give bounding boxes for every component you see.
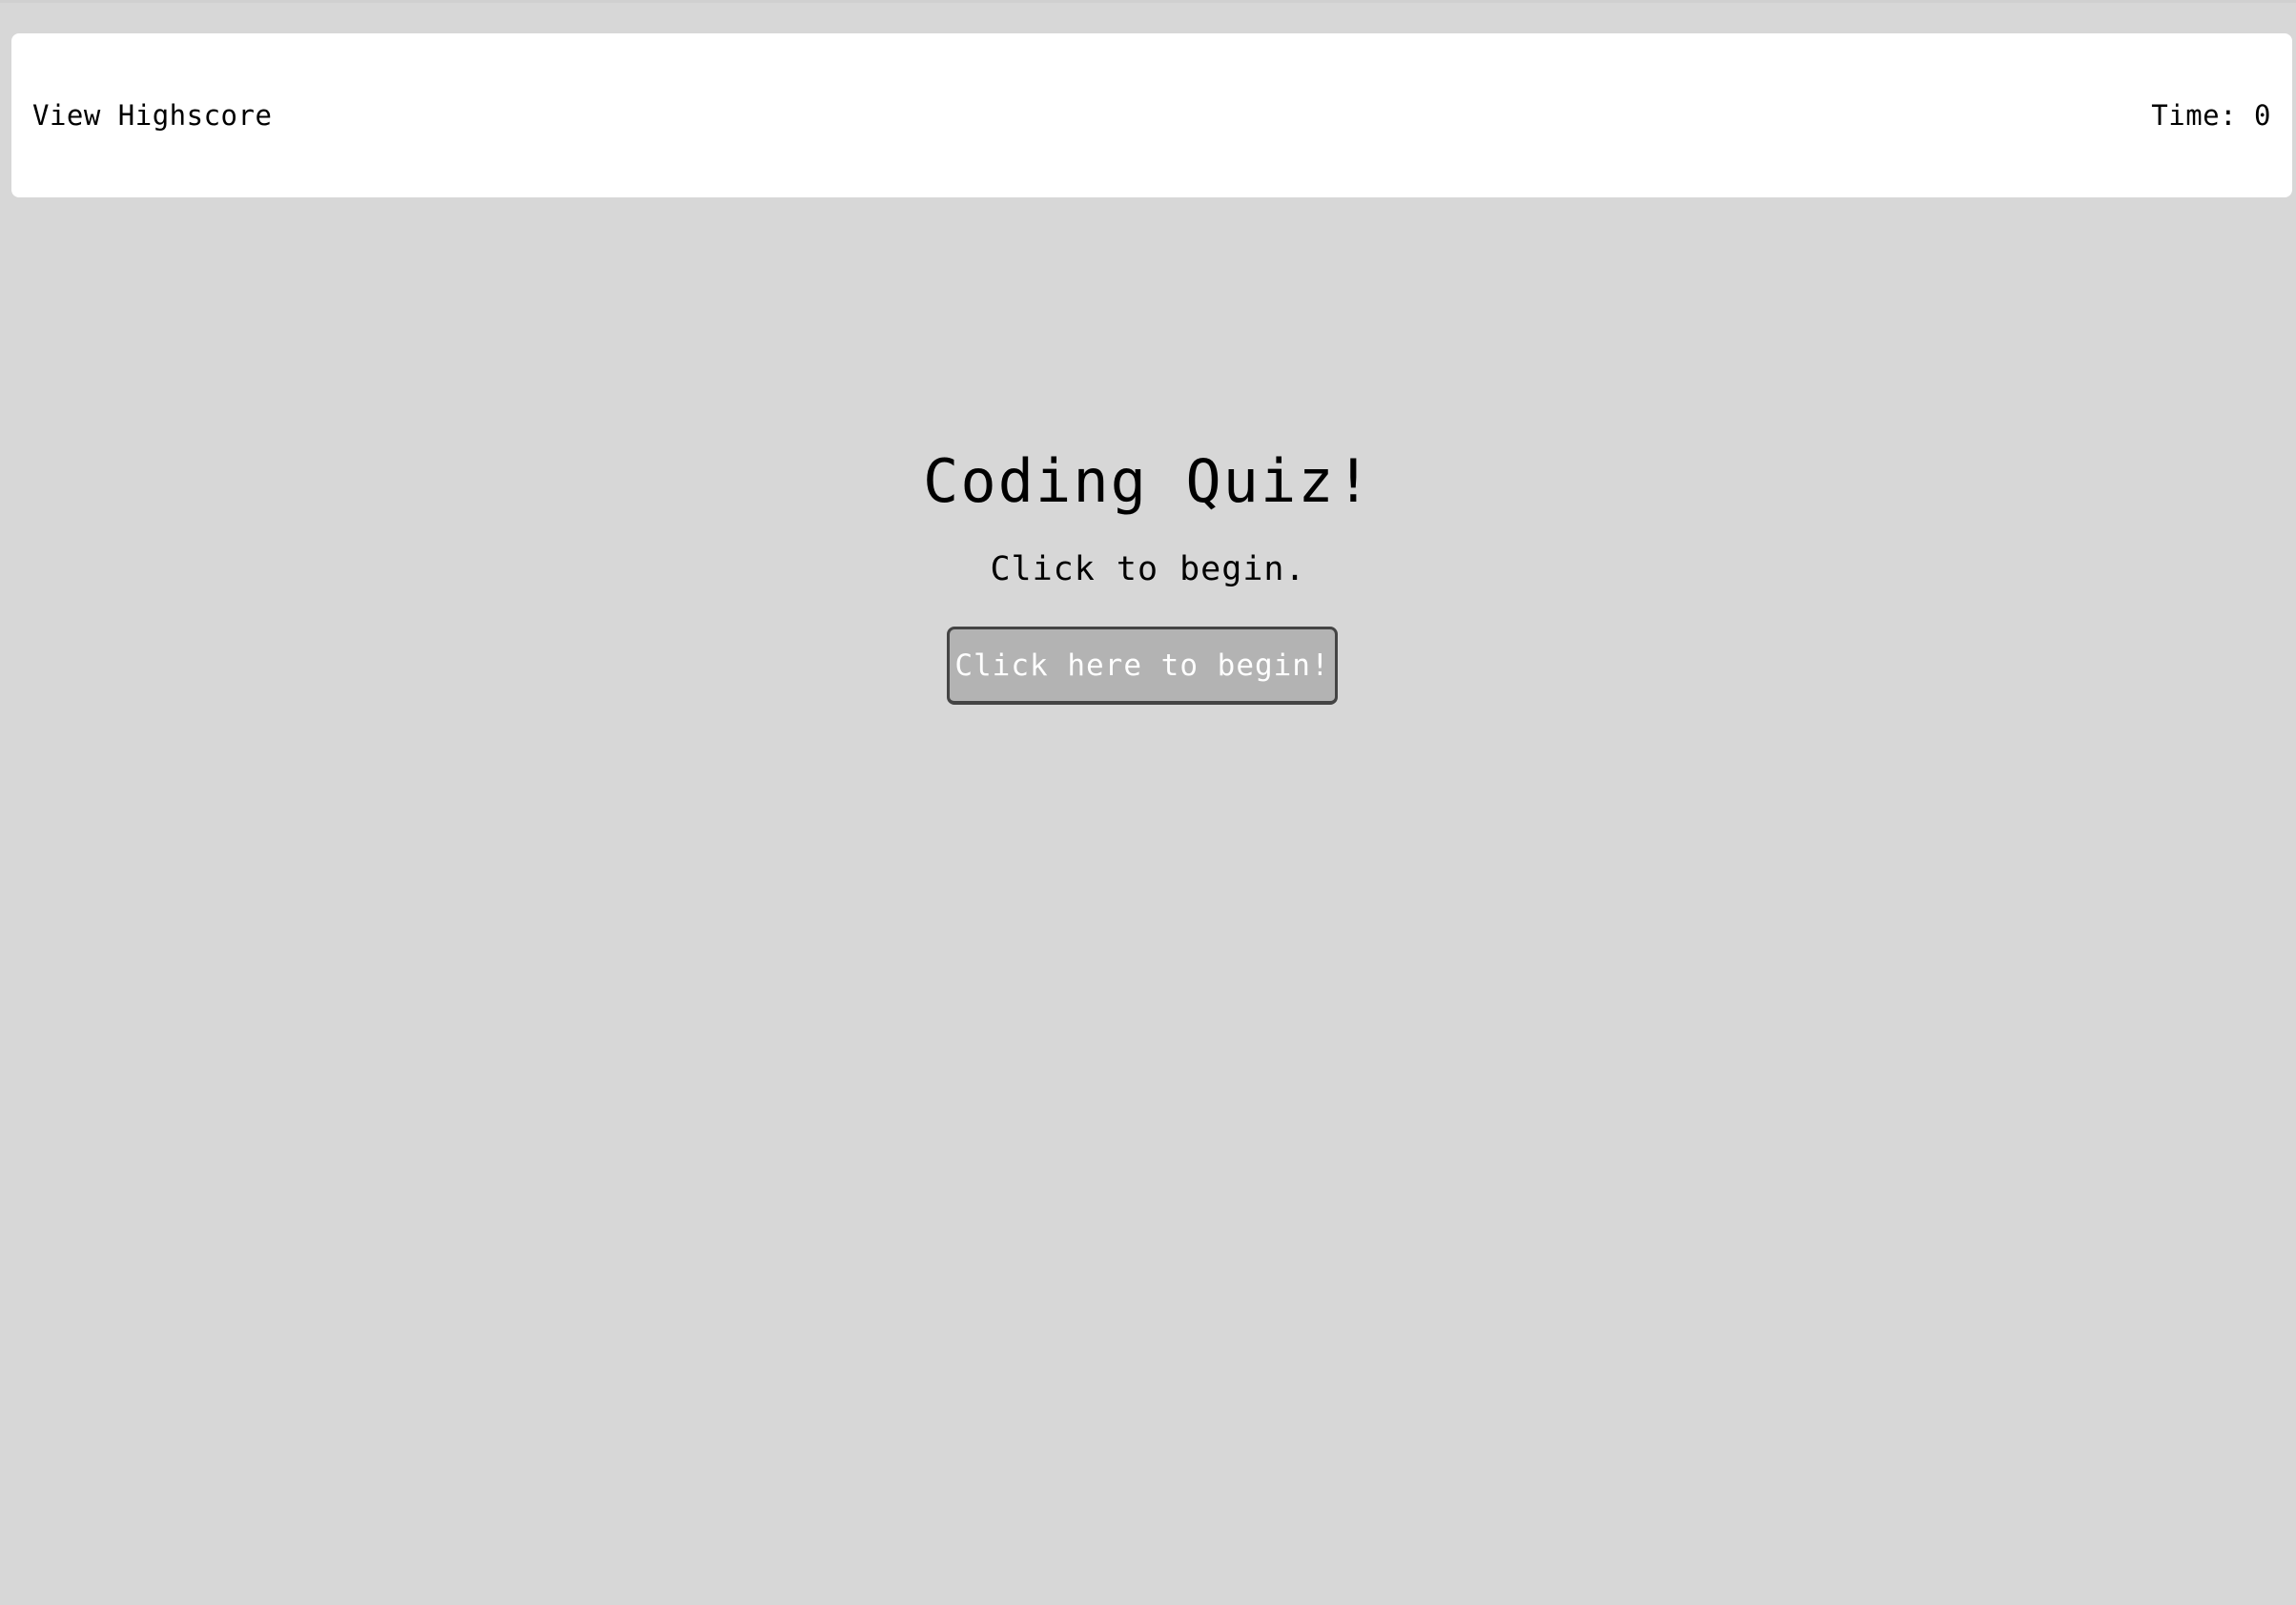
quiz-page: View Highscore Time: 0 Coding Quiz! Clic…: [0, 0, 2296, 1605]
timer-display: Time: 0: [2151, 99, 2271, 132]
view-highscore-link[interactable]: View Highscore: [32, 99, 272, 132]
page-title: Coding Quiz!: [923, 446, 1373, 516]
top-header: View Highscore Time: 0: [11, 33, 2292, 197]
start-quiz-button[interactable]: Click here to begin!: [947, 627, 1338, 705]
instruction-text: Click to begin.: [990, 550, 1306, 588]
